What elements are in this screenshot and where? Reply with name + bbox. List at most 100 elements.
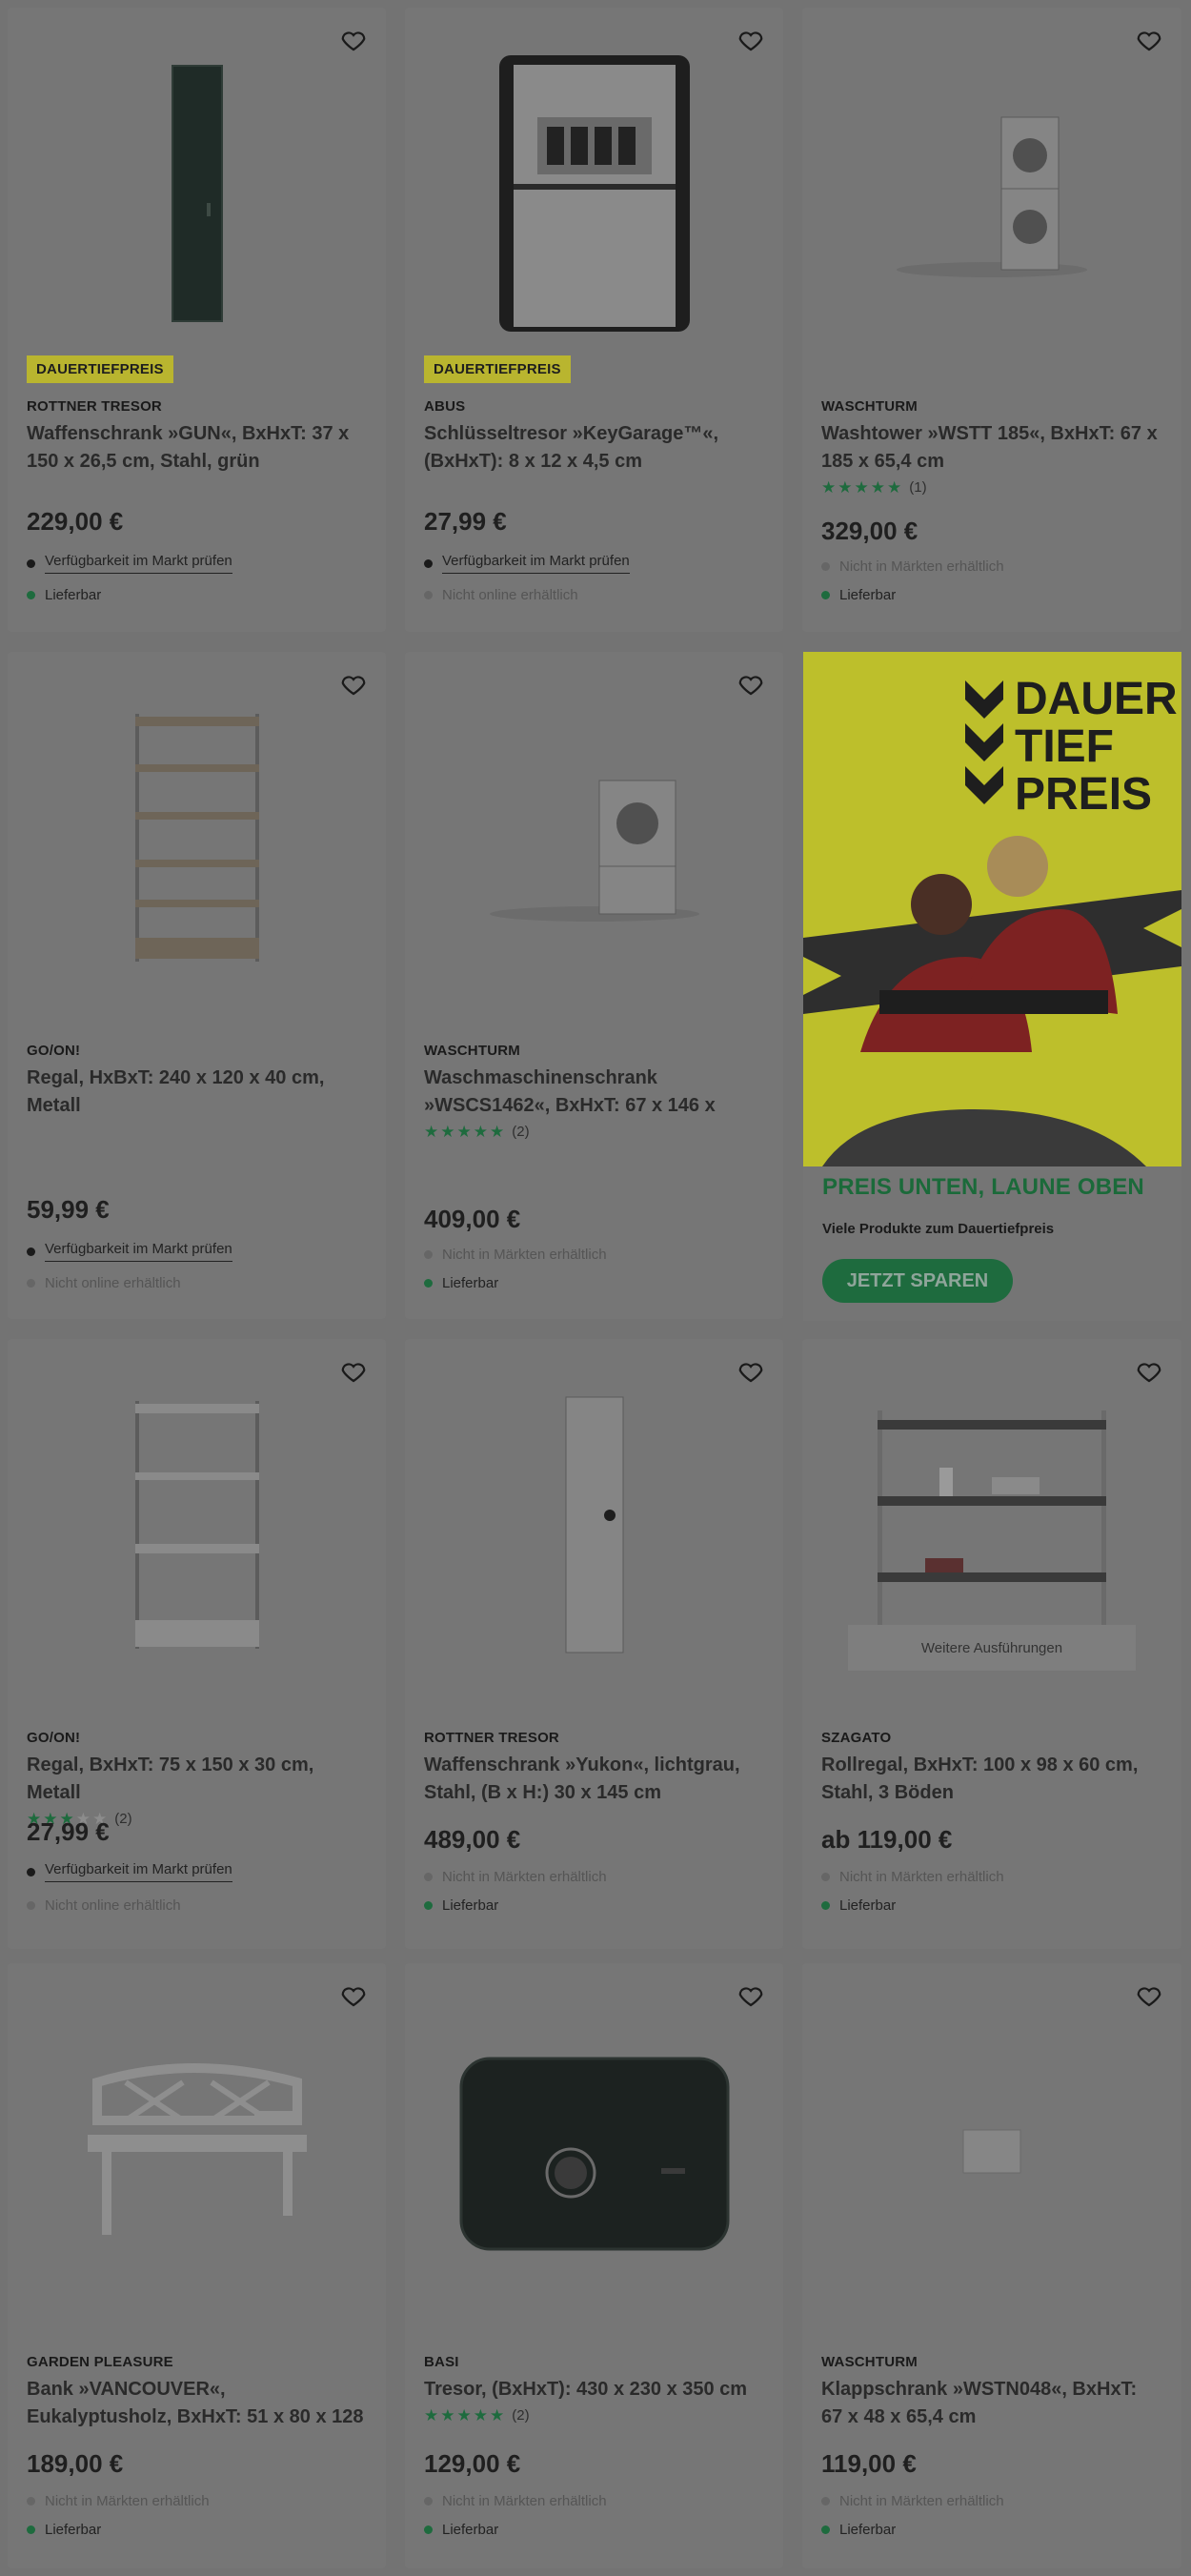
store-availability-link[interactable]: Verfügbarkeit im Markt prüfen <box>45 553 232 574</box>
status-dot <box>27 591 35 599</box>
product-price: 409,00 € <box>424 1205 521 1233</box>
product-card[interactable]: GO/ON! Regal, BxHxT: 75 x 150 x 30 cm, M… <box>8 1339 386 1949</box>
review-count: (2) <box>512 1124 530 1140</box>
status-dot <box>821 2497 830 2505</box>
store-availability: Nicht in Märkten erhältlich <box>839 1869 1004 1885</box>
status-dot <box>424 591 433 599</box>
rating: ★ ★ ★ ★ ★ (2) <box>424 2407 764 2424</box>
status-dot <box>27 1279 35 1288</box>
product-image[interactable] <box>405 680 783 995</box>
star-icon: ★ <box>854 478 869 497</box>
product-title[interactable]: Rollregal, BxHxT: 100 x 98 x 60 cm, Stah… <box>821 1752 1162 1807</box>
online-availability: Lieferbar <box>442 2522 499 2538</box>
product-image[interactable] <box>8 1368 386 1682</box>
product-title[interactable]: Washtower »WSTT 185«, BxHxT: 67 x 185 x … <box>821 420 1162 476</box>
product-card[interactable]: ROTTNER TRESOR Waffenschrank »Yukon«, li… <box>405 1339 783 1949</box>
product-price: 229,00 € <box>27 507 124 536</box>
star-icon: ★ <box>490 1123 505 1141</box>
star-icon: ★ <box>440 2406 455 2424</box>
promo-banner[interactable]: DAUER TIEF PREIS PREIS UNTEN, LAUNE OBEN… <box>803 652 1181 1321</box>
store-availability: Nicht in Märkten erhältlich <box>839 2493 1004 2509</box>
product-brand: BASI <box>424 2354 459 2370</box>
store-availability: Nicht in Märkten erhältlich <box>442 2493 607 2509</box>
product-image[interactable] <box>802 1992 1181 2306</box>
promo-headline-1: DAUER <box>1015 674 1178 724</box>
star-icon: ★ <box>490 2406 505 2424</box>
product-image[interactable] <box>802 36 1181 351</box>
product-card[interactable]: WASCHTURM Klappschrank »WSTN048«, BxHxT:… <box>802 1963 1181 2568</box>
star-icon: ★ <box>424 2406 439 2424</box>
store-availability-link[interactable]: Verfügbarkeit im Markt prüfen <box>442 553 630 574</box>
promo-headline-2: TIEF <box>1015 721 1114 772</box>
deal-badge: DAUERTIEFPREIS <box>424 355 571 383</box>
store-availability-link[interactable]: Verfügbarkeit im Markt prüfen <box>45 1241 232 1262</box>
product-card[interactable]: WASCHTURM Washtower »WSTT 185«, BxHxT: 6… <box>802 8 1181 632</box>
product-image[interactable] <box>8 1992 386 2306</box>
product-card[interactable]: WASCHTURM Waschmaschinenschrank »WSCS146… <box>405 652 783 1319</box>
status-dot <box>424 558 433 568</box>
star-icon: ★ <box>473 2406 488 2424</box>
jetzt-sparen-button[interactable]: JETZT SPAREN <box>822 1259 1013 1303</box>
product-title[interactable]: Waffenschrank »GUN«, BxHxT: 37 x 150 x 2… <box>27 420 367 476</box>
product-title[interactable]: Waffenschrank »Yukon«, lichtgrau, Stahl,… <box>424 1752 764 1807</box>
product-image[interactable] <box>8 36 386 351</box>
product-image[interactable] <box>405 36 783 351</box>
review-count: (2) <box>512 2407 530 2424</box>
star-icon: ★ <box>424 1123 439 1141</box>
store-availability: Nicht in Märkten erhältlich <box>442 1247 607 1263</box>
product-title[interactable]: Waschmaschinenschrank »WSCS1462«, BxHxT:… <box>424 1065 764 1120</box>
product-price: 329,00 € <box>821 517 918 545</box>
product-title[interactable]: Schlüsseltresor »KeyGarage™«, (BxHxT): 8… <box>424 420 764 476</box>
product-title[interactable]: Tresor, (BxHxT): 430 x 230 x 350 cm <box>424 2376 764 2404</box>
rating: ★ ★ ★ ★ ★ (2) <box>424 1124 764 1140</box>
online-availability: Lieferbar <box>45 587 102 603</box>
online-availability: Lieferbar <box>442 1897 499 1914</box>
star-icon: ★ <box>870 478 885 497</box>
product-card[interactable]: GO/ON! Regal, HxBxT: 240 x 120 x 40 cm, … <box>8 652 386 1319</box>
promo-headline-3: PREIS <box>1015 769 1152 820</box>
status-dot <box>424 1901 433 1910</box>
product-title[interactable]: Regal, BxHxT: 75 x 150 x 30 cm, Metall <box>27 1752 367 1807</box>
product-price: 129,00 € <box>424 2449 521 2478</box>
online-availability: Lieferbar <box>442 1275 499 1291</box>
store-availability-link[interactable]: Verfügbarkeit im Markt prüfen <box>45 1861 232 1882</box>
status-dot <box>424 2525 433 2534</box>
star-icon: ★ <box>821 478 837 497</box>
product-brand: ROTTNER TRESOR <box>424 1730 559 1746</box>
star-icon: ★ <box>473 1123 488 1141</box>
review-count: (2) <box>114 1811 132 1827</box>
product-card[interactable]: DAUERTIEFPREIS ABUS Schlüsseltresor »Key… <box>405 8 783 632</box>
more-variants-button[interactable]: Weitere Ausführungen <box>848 1625 1136 1671</box>
product-title[interactable]: Regal, HxBxT: 240 x 120 x 40 cm, Metall <box>27 1065 367 1120</box>
product-brand: WASCHTURM <box>821 398 918 415</box>
promo-image[interactable]: DAUER TIEF PREIS <box>803 652 1181 1166</box>
product-card[interactable]: DAUERTIEFPREIS ROTTNER TRESOR Waffenschr… <box>8 8 386 632</box>
product-image[interactable] <box>8 680 386 995</box>
promo-subtitle: Viele Produkte zum Dauertiefpreis <box>822 1221 1055 1237</box>
product-brand: GO/ON! <box>27 1730 81 1746</box>
online-availability: Nicht online erhältlich <box>45 1897 181 1914</box>
product-image[interactable] <box>405 1992 783 2306</box>
online-availability: Lieferbar <box>839 1897 897 1914</box>
star-icon: ★ <box>887 478 902 497</box>
status-dot <box>27 1867 35 1876</box>
product-price: 27,99 € <box>27 1817 110 1846</box>
status-dot <box>821 2525 830 2534</box>
product-brand: GO/ON! <box>27 1043 81 1059</box>
online-availability: Lieferbar <box>45 2522 102 2538</box>
online-availability: Nicht online erhältlich <box>442 587 578 603</box>
product-brand: WASCHTURM <box>424 1043 520 1059</box>
product-brand: GARDEN PLEASURE <box>27 2354 173 2370</box>
status-dot <box>424 1250 433 1259</box>
product-price: 489,00 € <box>424 1825 521 1854</box>
product-card[interactable]: Weitere Ausführungen SZAGATO Rollregal, … <box>802 1339 1181 1949</box>
promo-title: PREIS UNTEN, LAUNE OBEN <box>822 1174 1144 1200</box>
status-dot <box>821 1901 830 1910</box>
product-title[interactable]: Klappschrank »WSTN048«, BxHxT: 67 x 48 x… <box>821 2376 1162 2431</box>
product-price: ab 119,00 € <box>821 1825 953 1854</box>
product-card[interactable]: BASI Tresor, (BxHxT): 430 x 230 x 350 cm… <box>405 1963 783 2568</box>
product-image[interactable] <box>405 1368 783 1682</box>
product-title[interactable]: Bank »VANCOUVER«, Eukalyptusholz, BxHxT:… <box>27 2376 367 2431</box>
product-price: 59,99 € <box>27 1195 110 1224</box>
product-card[interactable]: GARDEN PLEASURE Bank »VANCOUVER«, Eukaly… <box>8 1963 386 2568</box>
